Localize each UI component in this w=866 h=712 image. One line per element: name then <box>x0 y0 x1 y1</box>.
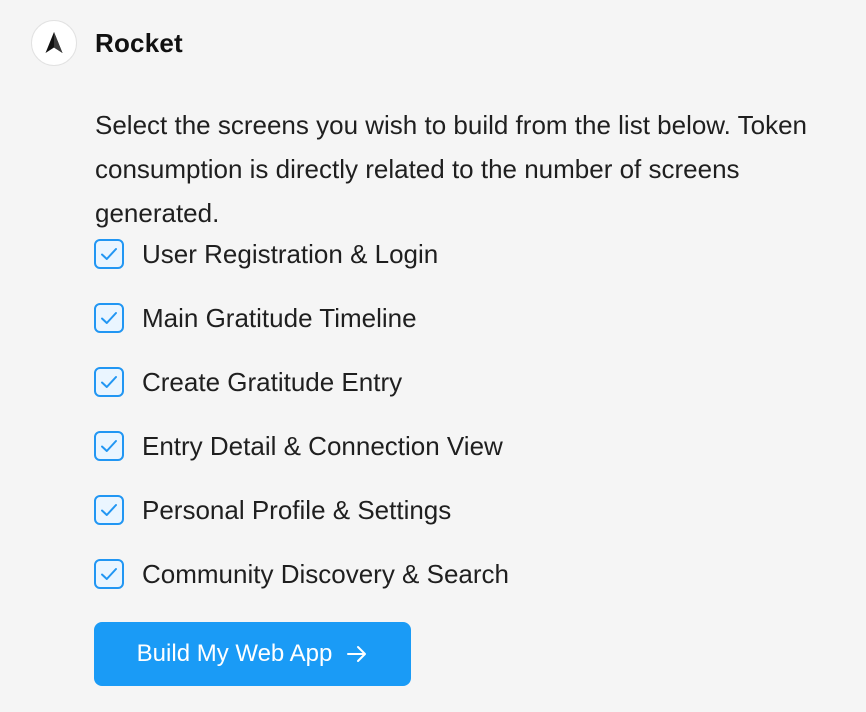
screen-item[interactable]: Community Discovery & Search <box>94 542 509 606</box>
screen-item[interactable]: User Registration & Login <box>94 222 509 286</box>
screen-item[interactable]: Main Gratitude Timeline <box>94 286 509 350</box>
screen-checkbox[interactable] <box>94 559 124 589</box>
assistant-avatar <box>31 20 77 66</box>
screen-item[interactable]: Personal Profile & Settings <box>94 478 509 542</box>
checkmark-icon <box>101 568 117 580</box>
screen-checkbox[interactable] <box>94 431 124 461</box>
chat-message-panel: Rocket Select the screens you wish to bu… <box>0 0 866 712</box>
screen-label: User Registration & Login <box>142 238 439 269</box>
assistant-header: Rocket <box>31 20 183 66</box>
rocket-logo-icon <box>45 32 63 53</box>
screen-label: Main Gratitude Timeline <box>142 302 417 333</box>
screen-label: Entry Detail & Connection View <box>142 430 503 461</box>
screen-label: Community Discovery & Search <box>142 558 509 589</box>
checkmark-icon <box>101 248 117 260</box>
checkmark-icon <box>101 440 117 452</box>
screen-checkbox[interactable] <box>94 495 124 525</box>
screen-checkbox[interactable] <box>94 239 124 269</box>
build-web-app-button[interactable]: Build My Web App <box>94 622 411 686</box>
assistant-name: Rocket <box>95 27 183 58</box>
screen-checklist: User Registration & Login Main Gratitude… <box>94 222 509 606</box>
checkmark-icon <box>101 504 117 516</box>
arrow-right-icon <box>347 646 367 662</box>
checkmark-icon <box>101 376 117 388</box>
checkmark-icon <box>101 312 117 324</box>
build-button-label: Build My Web App <box>136 640 333 667</box>
screen-label: Create Gratitude Entry <box>142 366 403 397</box>
screen-checkbox[interactable] <box>94 303 124 333</box>
screen-item[interactable]: Create Gratitude Entry <box>94 350 509 414</box>
screen-item[interactable]: Entry Detail & Connection View <box>94 414 509 478</box>
screen-label: Personal Profile & Settings <box>142 494 452 525</box>
screen-checkbox[interactable] <box>94 367 124 397</box>
instruction-text: Select the screens you wish to build fro… <box>95 110 808 228</box>
